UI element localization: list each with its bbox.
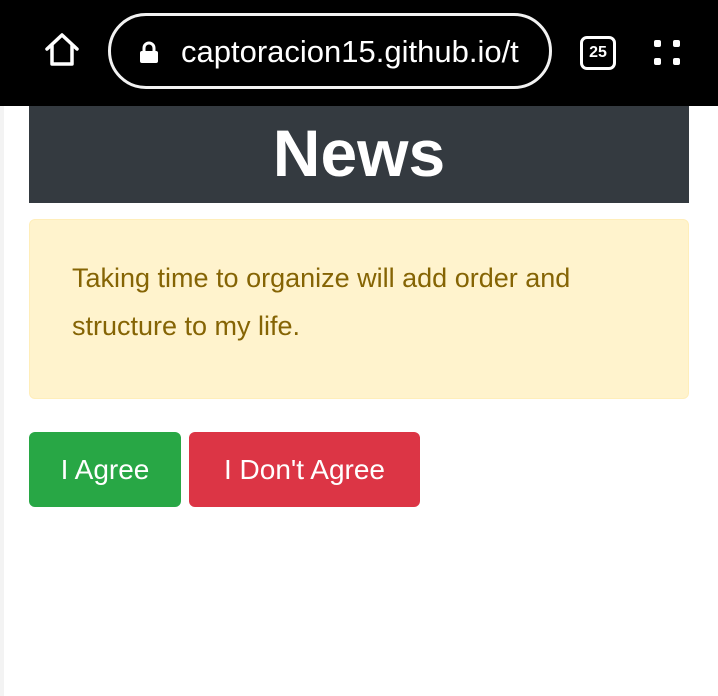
agree-button[interactable]: I Agree: [29, 432, 181, 507]
page-edge: [0, 106, 4, 696]
disagree-button[interactable]: I Don't Agree: [189, 432, 420, 507]
tab-switcher-button[interactable]: 25: [580, 36, 616, 70]
home-icon[interactable]: [42, 30, 82, 70]
url-text: captoracion15.github.io/t: [181, 34, 519, 69]
browser-toolbar: captoracion15.github.io/t 25: [0, 0, 718, 106]
alert-box: Taking time to organize will add order a…: [29, 219, 689, 399]
lock-icon: [139, 41, 159, 63]
address-bar[interactable]: captoracion15.github.io/t: [108, 13, 552, 89]
page-title: News: [29, 106, 689, 203]
more-vert-icon[interactable]: [650, 36, 684, 70]
